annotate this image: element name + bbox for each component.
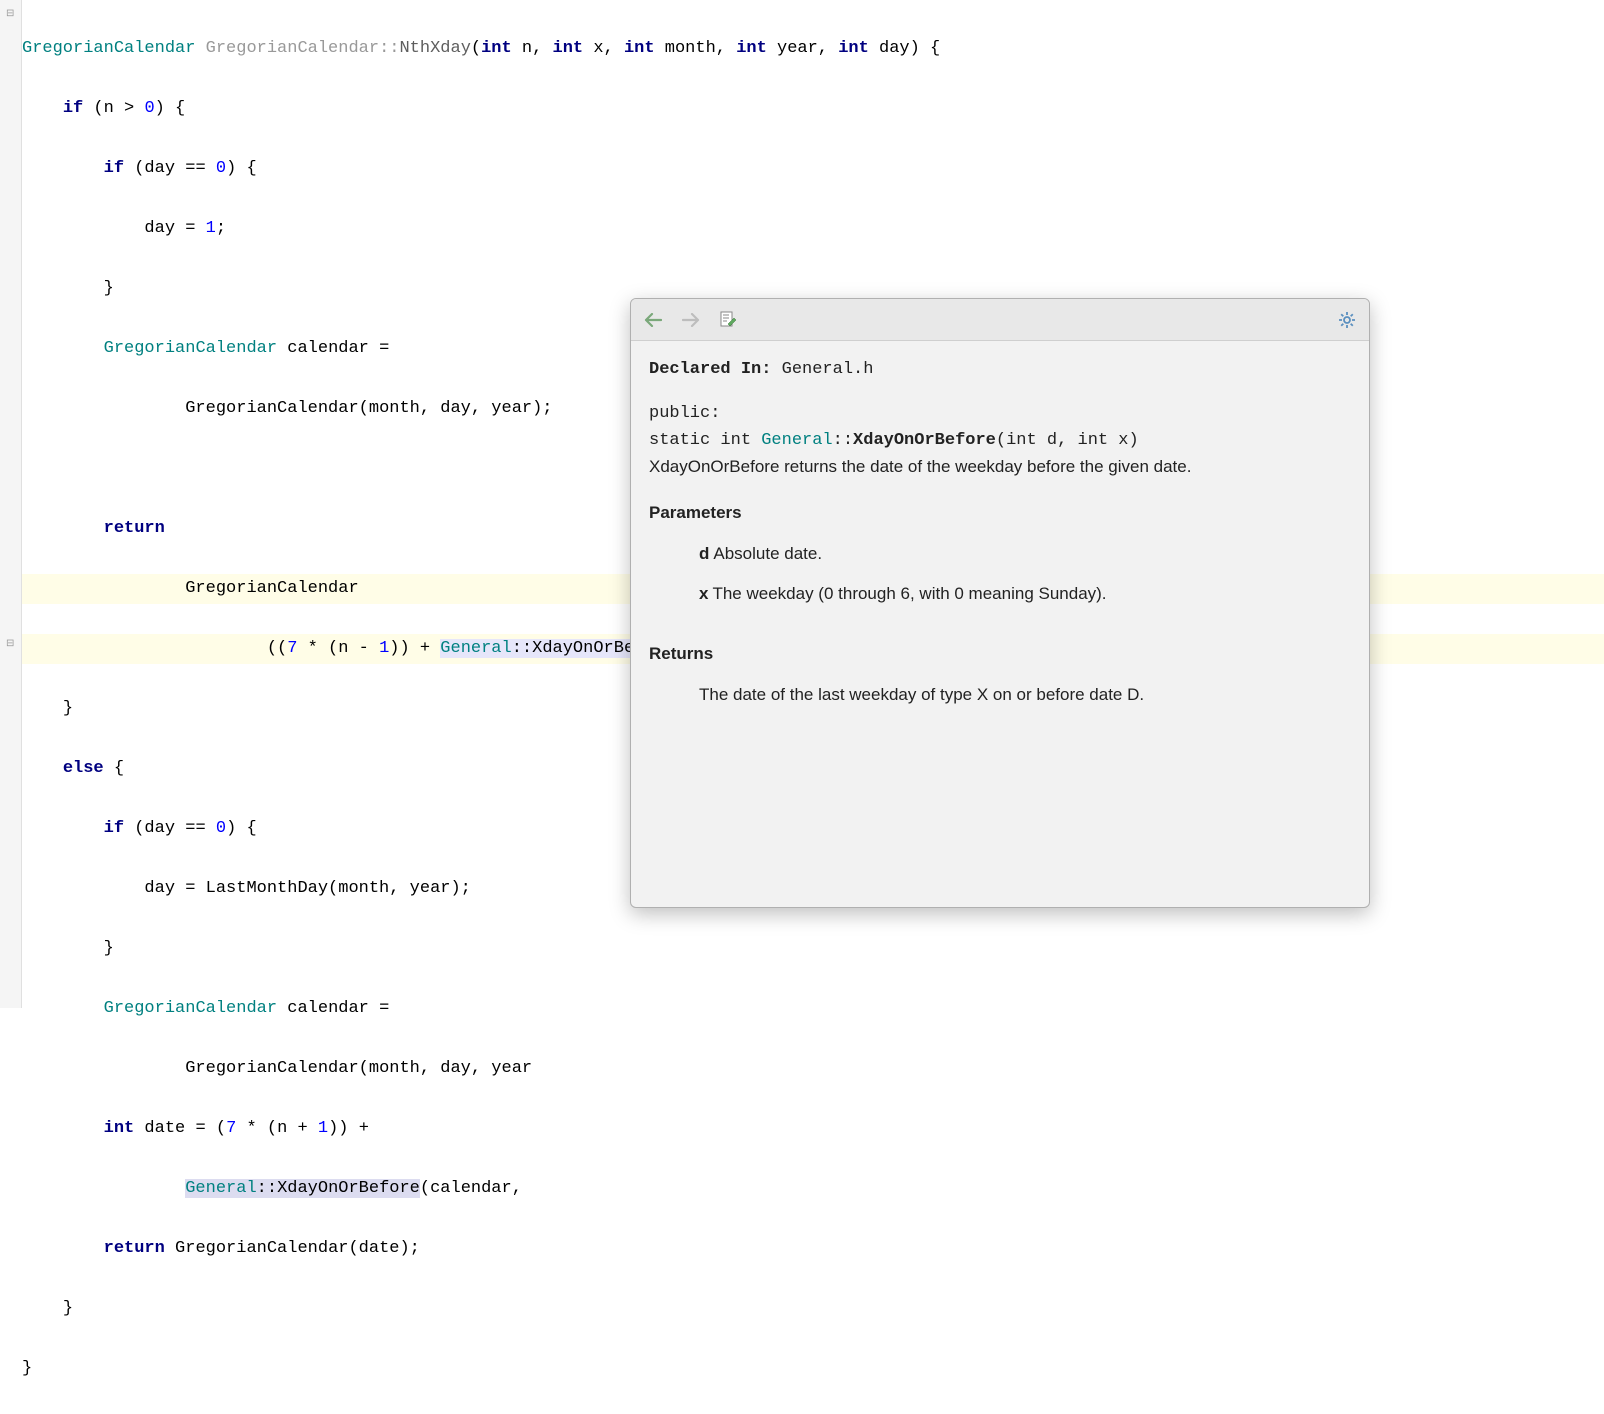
code-line: GregorianCalendar GregorianCalendar::Nth… — [22, 34, 1604, 64]
returns-heading: Returns — [649, 641, 1351, 667]
code-line: day = 1; — [22, 214, 1604, 244]
code-line: } — [22, 1354, 1604, 1384]
fold-close-icon[interactable]: ⊟ — [6, 638, 14, 650]
code-line: General::XdayOnOrBefore(calendar, — [22, 1174, 1604, 1204]
param-entry: dAbsolute date. — [699, 541, 1351, 567]
access-modifier: public: — [649, 401, 1351, 427]
code-line: } — [22, 1294, 1604, 1324]
gear-icon[interactable] — [1337, 310, 1357, 330]
quick-documentation-popup: Declared In: General.h public: static in… — [630, 298, 1370, 908]
parameters-heading: Parameters — [649, 500, 1351, 526]
symbol-reference[interactable]: XdayOnOrBefore — [277, 1179, 420, 1198]
code-line: GregorianCalendar calendar = — [22, 994, 1604, 1024]
doc-description: XdayOnOrBefore returns the date of the w… — [649, 454, 1351, 480]
fold-open-icon[interactable]: ⊟ — [6, 8, 14, 20]
code-line: if (n > 0) { — [22, 94, 1604, 124]
signature-class: General — [761, 431, 832, 450]
code-line: } — [22, 934, 1604, 964]
declared-in-file: General.h — [782, 360, 874, 379]
forward-icon[interactable] — [681, 310, 701, 330]
edit-doc-icon[interactable] — [719, 310, 739, 330]
declared-in-label: Declared In: — [649, 360, 771, 379]
code-line: return GregorianCalendar(date); — [22, 1234, 1604, 1264]
editor-gutter: ⊟ ⊟ — [0, 0, 22, 1008]
param-entry: xThe weekday (0 through 6, with 0 meanin… — [699, 581, 1351, 607]
doc-content: Declared In: General.h public: static in… — [631, 341, 1369, 722]
signature-name: XdayOnOrBefore — [853, 431, 996, 450]
doc-toolbar — [631, 299, 1369, 341]
back-icon[interactable] — [643, 310, 663, 330]
code-line: if (day == 0) { — [22, 154, 1604, 184]
code-line: GregorianCalendar(month, day, year — [22, 1054, 1604, 1084]
returns-description: The date of the last weekday of type X o… — [699, 682, 1351, 708]
code-line: int date = (7 * (n + 1)) + — [22, 1114, 1604, 1144]
